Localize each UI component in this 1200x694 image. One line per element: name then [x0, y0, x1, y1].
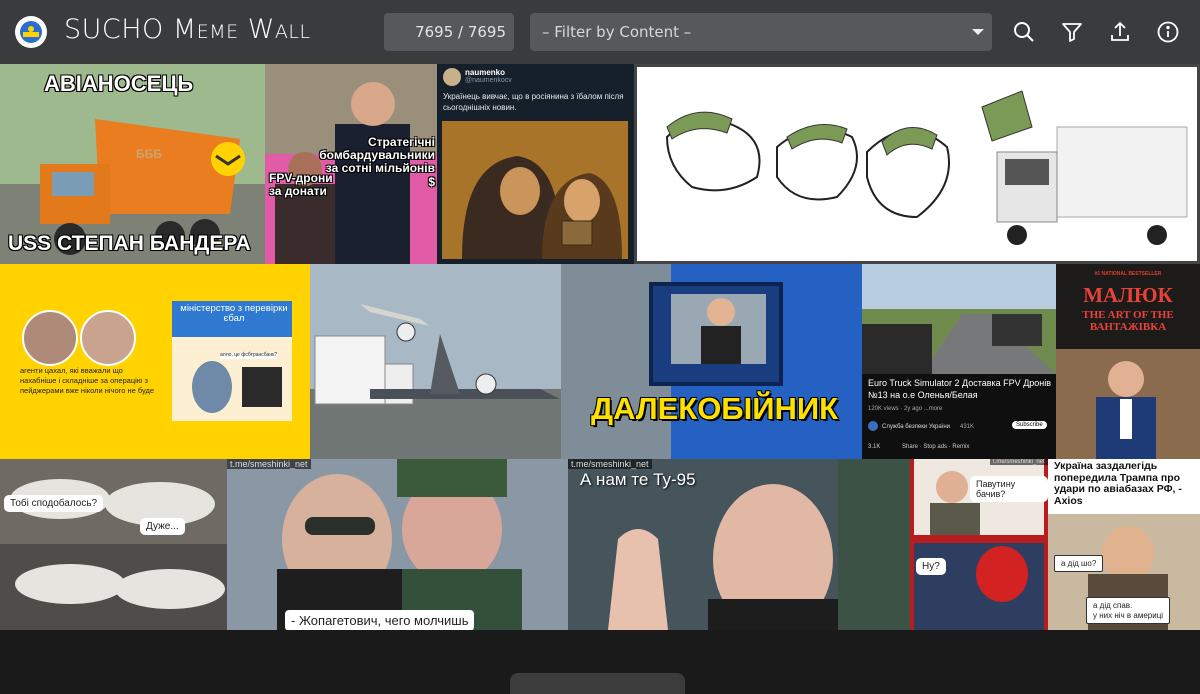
video-views: 120K views · 2y ago ...more	[868, 406, 943, 412]
video-likes: 3.1K	[868, 444, 881, 450]
tweet-text: Українець вивчає, що в росіянина з їбало…	[443, 92, 624, 112]
meme-subtitle-generals[interactable]: t.me/smeshinki_net - Жопагетович, чего м…	[227, 459, 568, 630]
watermark: t.me/smeshinki_net	[227, 459, 311, 469]
tweet-handle: @naumenkocv	[465, 77, 512, 84]
floating-toolbar[interactable]	[510, 673, 685, 694]
tweet-author: naumenko	[465, 68, 506, 77]
meme-spiderweb[interactable]: t.me/smeshinki_net Павутину бачив? Ну?	[910, 459, 1048, 630]
title-word-2: Meme	[172, 14, 239, 45]
channel-avatar	[868, 421, 878, 431]
channel-subs: 431K	[960, 424, 975, 430]
ministry-card: міністерство з перевірки єбал алло, це ф…	[172, 301, 292, 421]
meme-bed-scene[interactable]: Тобі сподобалось? Дуже...	[0, 459, 227, 630]
bestseller-kicker: #1 NATIONAL BESTSELLER	[1094, 271, 1162, 277]
meme-strategic-bombers[interactable]: Стратегічні бомбардувальники за сотні мі…	[265, 64, 437, 264]
meme-tu95[interactable]: t.me/smeshinki_net А нам те Ту-95	[568, 459, 910, 630]
news-headline: Україна заздалегідь попередила Трампа пр…	[1054, 460, 1182, 507]
speech-note: алло, це фсбтрансбанк?	[220, 352, 278, 359]
caption-tu95: А нам те Ту-95	[580, 470, 696, 489]
meme-ministry-check[interactable]: агенти цахал, які вважали що нахабніше і…	[0, 264, 310, 459]
speech-asleep: а дід спав. у них ніч в америці	[1086, 597, 1171, 625]
meme-book-cover[interactable]: #1 NATIONAL BESTSELLER МАЛЮК THE ART OF …	[1056, 264, 1200, 459]
caption-drones: FPV-дрони за донати	[269, 171, 333, 199]
ministry-label: міністерство з перевірки єбал	[180, 303, 288, 325]
filter-placeholder: – Filter by Content –	[542, 23, 692, 41]
watermark: t.me/smeshinki_net	[568, 459, 652, 469]
meme-grid: АВІАНОСЕЦЬ БББ USS СТЕПАН БАНДЕРА Страте…	[0, 64, 1200, 694]
truck-label: БББ	[136, 147, 162, 161]
meme-dino-truck[interactable]	[634, 64, 1200, 264]
meme-euro-truck-sim[interactable]: Euro Truck Simulator 2 Доставка FPV Дрон…	[862, 264, 1056, 459]
speech-web: Павутину бачив?	[970, 476, 1048, 502]
caption-bottom: USS СТЕПАН БАНДЕРА	[8, 232, 251, 255]
book-title: МАЛЮК	[1083, 283, 1173, 307]
subscribe-button: Subscribe	[1012, 421, 1047, 429]
info-icon[interactable]	[1156, 20, 1180, 44]
watermark: t.me/smeshinki_net	[990, 459, 1048, 465]
video-title: Euro Truck Simulator 2 Доставка FPV Дрон…	[868, 378, 1052, 400]
title-word-1: SUCHO	[64, 14, 164, 45]
upload-icon[interactable]	[1108, 20, 1132, 44]
channel-name: Служба безпеки України	[882, 424, 951, 430]
sucho-logo[interactable]	[15, 16, 47, 48]
speech-well: Ну?	[916, 558, 946, 575]
book-subtitle: THE ART OF THE ВАНТАЖІВКА	[1082, 309, 1174, 334]
speech-answer: Дуже...	[140, 518, 185, 535]
avatar	[443, 68, 461, 86]
content-filter-select[interactable]: – Filter by Content –	[530, 13, 992, 51]
speech-grandpa: а дід шо?	[1054, 555, 1104, 572]
icon-image	[442, 121, 628, 259]
meme-long-distance-trucker[interactable]: ДАЛЕКОБІЙНИК	[561, 264, 862, 459]
video-actions: Share · Stop ads · Remix	[902, 444, 970, 450]
caption-trucker: ДАЛЕКОБІЙНИК	[591, 391, 839, 426]
avatar	[80, 310, 136, 366]
chevron-down-icon	[972, 29, 984, 35]
caption-agents: агенти цахал, які вважали що нахабніше і…	[20, 366, 155, 396]
meme-aircraft-carrier[interactable]: АВІАНОСЕЦЬ БББ USS СТЕПАН БАНДЕРА	[0, 64, 265, 264]
meme-drone-truck-airfield[interactable]	[310, 264, 561, 459]
search-icon[interactable]	[1012, 20, 1036, 44]
caption-top: АВІАНОСЕЦЬ	[44, 71, 194, 96]
meme-tweet-icon[interactable]: naumenko @naumenkocv Українець вивчає, щ…	[437, 64, 634, 264]
title-word-3: Wall	[247, 14, 311, 45]
speech-question: Тобі сподобалось?	[4, 495, 104, 512]
subtitle-line: - Жопагетович, чего молчишь	[285, 610, 475, 630]
meme-axios-news[interactable]: Україна заздалегідь попередила Трампа пр…	[1048, 459, 1200, 630]
avatar	[22, 310, 78, 366]
filter-icon[interactable]	[1060, 20, 1084, 44]
app-title: SUCHO Meme Wall	[64, 14, 311, 45]
meme-counter[interactable]: 7695 / 7695	[384, 13, 514, 51]
app-header: SUCHO Meme Wall 7695 / 7695 – Filter by …	[0, 0, 1200, 64]
